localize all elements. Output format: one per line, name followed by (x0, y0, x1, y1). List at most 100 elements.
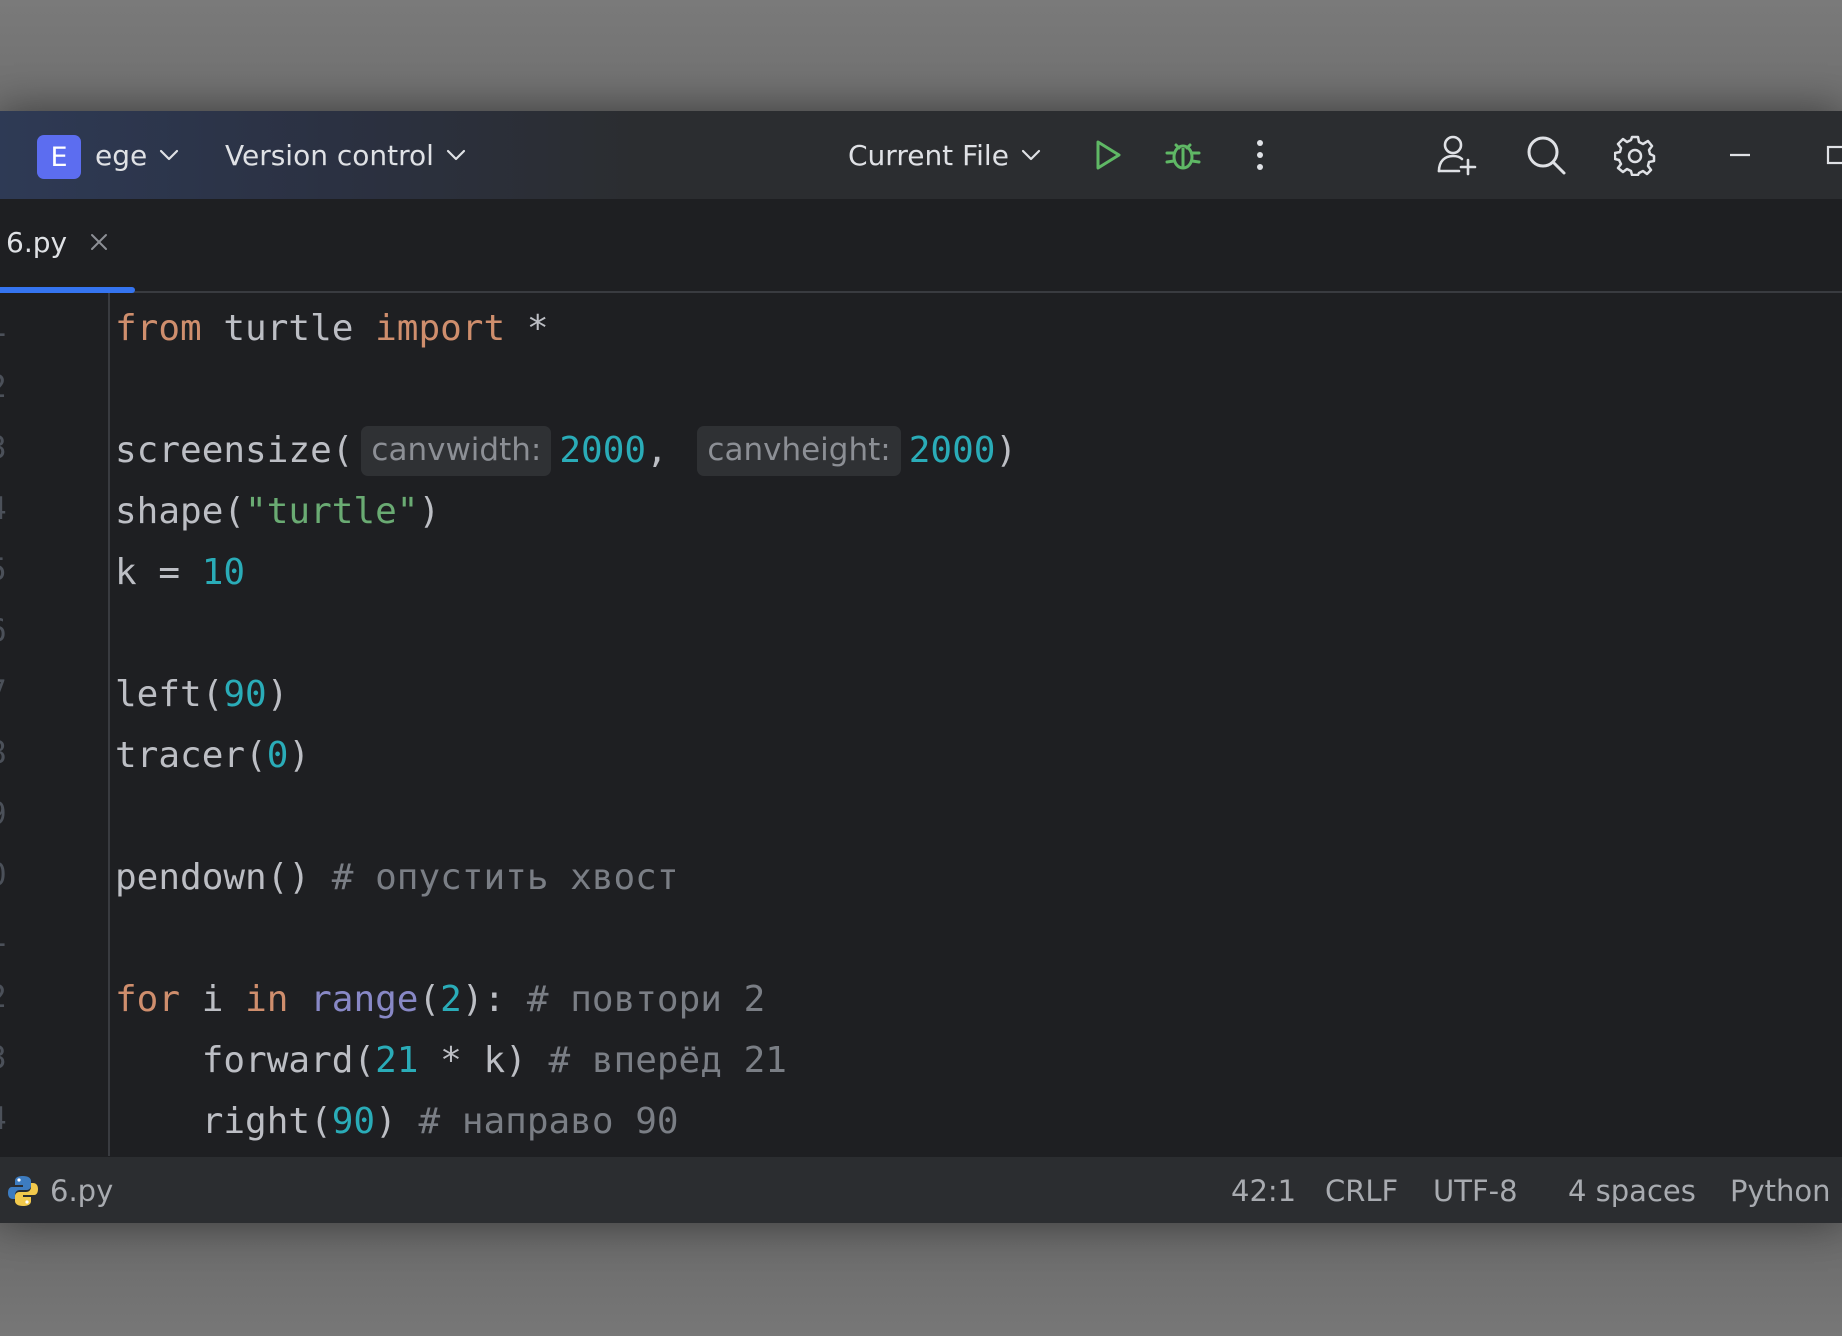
ide-window: E ege Version control Current File 6.py … (0, 111, 1842, 1223)
minimize-icon (1730, 153, 1750, 157)
code-number: 90 (331, 1101, 376, 1142)
code-number: 90 (223, 674, 267, 715)
run-configuration-selector[interactable]: Current File (848, 111, 1041, 199)
debug-button[interactable] (1159, 131, 1207, 179)
chevron-down-icon (1021, 148, 1041, 162)
line-number: 6 (0, 613, 12, 649)
line-number: 8 (0, 735, 12, 771)
code-keyword: from (115, 308, 202, 349)
code-string: "turtle" (245, 491, 419, 532)
chevron-down-icon (159, 148, 179, 162)
status-file[interactable]: 6.py (6, 1157, 113, 1223)
code-number: 0 (266, 735, 289, 776)
close-icon[interactable] (86, 227, 112, 257)
line-number: 2 (0, 369, 12, 405)
line-number: 4 (0, 1101, 12, 1137)
code-token: shape( (115, 491, 246, 532)
gear-icon (1614, 135, 1656, 176)
code-line[interactable]: shape("turtle") (115, 481, 440, 542)
line-number: 9 (0, 796, 12, 832)
title-bar: E ege Version control Current File (0, 111, 1842, 200)
line-number: 5 (0, 552, 12, 588)
line-number: 7 (0, 674, 12, 710)
code-number: 2 (440, 979, 462, 1020)
run-icon (1096, 140, 1121, 170)
code-comment: # повтори 2 (526, 979, 766, 1020)
project-avatar[interactable]: E (37, 135, 81, 179)
minimize-button[interactable] (1716, 131, 1764, 179)
maximize-button[interactable] (1810, 131, 1842, 179)
code-token: ( (418, 979, 441, 1020)
code-token: ) (418, 491, 441, 532)
code-token: ) (995, 430, 1018, 471)
code-line[interactable]: screensize(canvwidth: 2000, canvheight: 20… (115, 420, 1017, 481)
line-number: 1 (0, 308, 12, 344)
line-number: 1 (0, 918, 12, 954)
version-control-label: Version control (225, 138, 434, 172)
code-token: k = (115, 552, 202, 593)
version-control-menu[interactable]: Version control (225, 111, 466, 199)
code-comment: # направо 90 (418, 1101, 679, 1142)
code-token: left( (115, 674, 224, 715)
code-with-me-button[interactable] (1433, 131, 1481, 179)
line-number: 2 (0, 979, 12, 1015)
run-configuration-label: Current File (848, 138, 1009, 172)
code-token: ) (288, 735, 311, 776)
more-actions-button[interactable] (1236, 131, 1284, 179)
code-line[interactable]: from turtle import * (115, 298, 549, 359)
parameter-hint: canvwidth: (361, 425, 552, 476)
code-comment: # опустить хвост (331, 857, 679, 898)
search-button[interactable] (1522, 131, 1570, 179)
code-builtin: range (310, 979, 419, 1020)
line-number: 3 (0, 430, 12, 466)
code-line[interactable]: k = 10 (115, 542, 245, 603)
chevron-down-icon (446, 148, 466, 162)
run-button[interactable] (1083, 131, 1131, 179)
code-line[interactable]: forward(21 * k) # вперёд 21 (115, 1030, 787, 1091)
code-comment: # вперёд 21 (548, 1040, 787, 1081)
code-line[interactable]: left(90) (115, 664, 288, 725)
code-token: tracer( (115, 735, 267, 776)
status-file-name: 6.py (50, 1173, 114, 1208)
line-number: 4 (0, 491, 12, 527)
code-editor[interactable]: 12345678901234 from turtle import *scree… (0, 293, 1842, 1156)
code-number: 21 (375, 1040, 419, 1081)
code-token: ) (375, 1101, 419, 1142)
editor-tab[interactable]: 6.py (0, 199, 135, 293)
code-token: , (646, 430, 690, 471)
code-line[interactable]: for i in range(2): # повтори 2 (115, 969, 765, 1030)
gutter-separator (108, 293, 110, 1156)
line-number: 3 (0, 1040, 12, 1076)
settings-button[interactable] (1611, 131, 1659, 179)
code-number: 2000 (908, 430, 996, 471)
code-token: right( (115, 1101, 332, 1142)
code-line[interactable]: tracer(0) (115, 725, 310, 786)
project-name: ege (95, 138, 148, 172)
code-token: screensize( (115, 430, 354, 471)
status-encoding[interactable]: UTF-8 (1433, 1157, 1518, 1223)
line-number: 0 (0, 857, 12, 893)
status-caret-position[interactable]: 42:1 (1231, 1157, 1296, 1223)
search-icon (1527, 136, 1566, 175)
parameter-hint: canvheight: (697, 425, 901, 476)
code-line[interactable]: pendown() # опустить хвост (115, 847, 679, 908)
code-token: pendown() (115, 857, 332, 898)
code-keyword: import (375, 308, 506, 349)
code-number: 2000 (559, 430, 647, 471)
code-line[interactable]: right(90) # направо 90 (115, 1091, 679, 1152)
code-token: * (505, 308, 549, 349)
status-interpreter[interactable]: Python 3 (1730, 1157, 1842, 1223)
tab-label: 6.py (6, 226, 68, 259)
maximize-icon (1826, 145, 1842, 165)
code-token: i (180, 979, 246, 1020)
status-bar: 6.py 42:1 CRLF UTF-8 4 spaces Python 3 (0, 1156, 1842, 1223)
editor-tab-bar: 6.py (0, 199, 1842, 293)
project-selector[interactable]: ege (95, 111, 179, 199)
status-line-separator[interactable]: CRLF (1325, 1157, 1398, 1223)
python-icon (8, 1175, 38, 1206)
code-token: ) (266, 674, 289, 715)
status-indent[interactable]: 4 spaces (1568, 1157, 1696, 1223)
code-token: ): (461, 979, 527, 1020)
code-token: turtle (201, 308, 376, 349)
